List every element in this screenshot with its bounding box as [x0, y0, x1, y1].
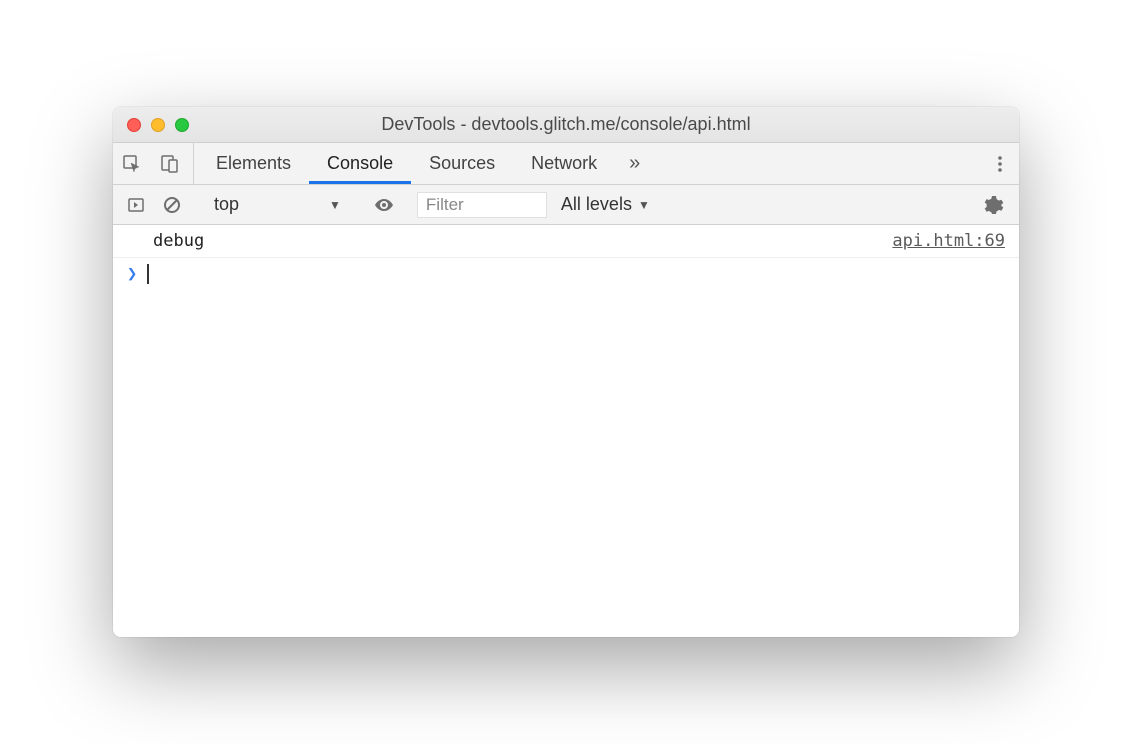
console-message-row: debug api.html:69: [113, 225, 1019, 258]
text-cursor: [147, 264, 149, 284]
inspect-element-icon[interactable]: [113, 143, 151, 184]
traffic-lights: [127, 118, 189, 132]
titlebar: DevTools - devtools.glitch.me/console/ap…: [113, 107, 1019, 143]
close-window-button[interactable]: [127, 118, 141, 132]
console-settings-icon[interactable]: [977, 195, 1011, 215]
window-title: DevTools - devtools.glitch.me/console/ap…: [113, 114, 1019, 135]
main-tabbar: Elements Console Sources Network »: [113, 143, 1019, 185]
devtools-window: DevTools - devtools.glitch.me/console/ap…: [113, 107, 1019, 637]
clear-console-icon[interactable]: [157, 196, 187, 214]
toggle-sidebar-icon[interactable]: [121, 196, 151, 214]
chevron-down-icon: ▼: [329, 198, 341, 212]
context-selector[interactable]: top ▼: [204, 194, 351, 215]
maximize-window-button[interactable]: [175, 118, 189, 132]
tab-sources[interactable]: Sources: [411, 143, 513, 184]
filter-input[interactable]: [417, 192, 547, 218]
tab-console[interactable]: Console: [309, 143, 411, 184]
tabs: Elements Console Sources Network »: [198, 143, 654, 184]
levels-label: All levels: [561, 194, 632, 215]
context-label: top: [214, 194, 239, 215]
console-input-row[interactable]: ❯: [113, 258, 1019, 290]
live-expression-icon[interactable]: [368, 196, 400, 214]
minimize-window-button[interactable]: [151, 118, 165, 132]
console-toolbar: top ▼ All levels ▼: [113, 185, 1019, 225]
tabs-overflow-button[interactable]: »: [615, 143, 654, 184]
divider: [193, 143, 194, 184]
prompt-caret-icon: ❯: [127, 264, 137, 284]
console-message-text: debug: [153, 231, 892, 251]
chevron-down-icon: ▼: [638, 198, 650, 212]
console-output: debug api.html:69 ❯: [113, 225, 1019, 637]
log-levels-selector[interactable]: All levels ▼: [553, 194, 658, 215]
more-options-icon[interactable]: [981, 143, 1019, 184]
tab-elements[interactable]: Elements: [198, 143, 309, 184]
device-toolbar-icon[interactable]: [151, 143, 189, 184]
tab-network[interactable]: Network: [513, 143, 615, 184]
console-source-link[interactable]: api.html:69: [892, 231, 1005, 251]
